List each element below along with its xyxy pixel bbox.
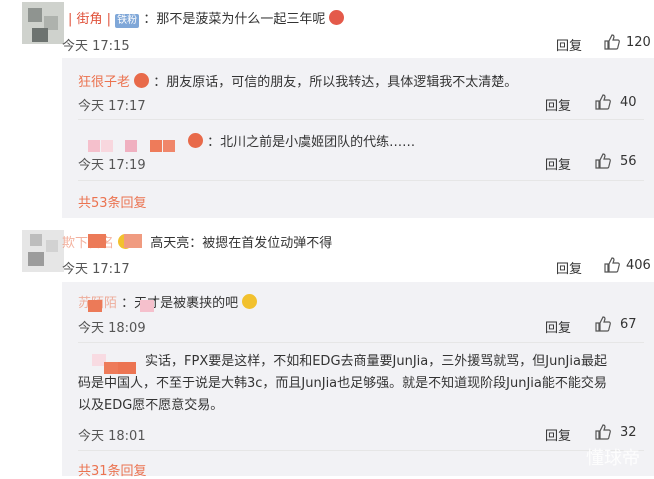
username[interactable]: | 街角 | [68,12,111,27]
reply-button[interactable]: 回复 [545,95,571,114]
comment-time: 今天 18:01 [78,429,146,444]
comment-time: 今天 17:17 [62,262,130,277]
emoji-icon [329,10,345,25]
reply-4-body: 实话，FPX要是这样，不如和EDG去商量要JunJia，三外援骂就骂，但JunJ… [145,351,645,373]
comment-time: 今天 17:19 [78,158,146,173]
divider [78,119,644,120]
more-replies-link[interactable]: 共53条回复 [78,192,147,211]
comment-text: ：北川之前是小虞姬团队的代练…… [207,135,416,150]
comment-text: ：那不是菠菜为什么一起三年呢 [143,12,326,27]
comment-time: 今天 17:15 [62,39,130,54]
like-count: 32 [620,425,637,440]
emoji-icon [242,294,258,309]
reply-button[interactable]: 回复 [545,317,571,336]
fan-badge: 铁粉 [115,14,140,28]
comment-text-line: 以及EDG愿不愿意交易。 [78,398,224,413]
reply-button[interactable]: 回复 [545,154,571,173]
comment-text: ：天才是被裹挟的吧 [121,296,239,311]
masked-username [88,140,100,152]
username[interactable]: 狂很子老 [78,75,130,90]
like-count: 40 [620,95,637,110]
reply-3-header: 苏陌陌 ：天才是被裹挟的吧 [78,292,258,311]
comment-1-header: | 街角 | 铁粉 ：那不是菠菜为什么一起三年呢 [68,8,345,28]
thumb-up-icon[interactable] [594,93,612,111]
thumb-up-icon[interactable] [603,33,621,51]
emoji-icon [188,133,203,148]
watermark-logo: 懂球帝 [586,448,640,469]
comment-text: ：朋友原话，可信的朋友，所以我转达，具体逻辑我不太清楚。 [153,75,518,90]
avatar[interactable] [22,2,64,44]
emoji-icon [134,73,150,88]
like-count: 120 [626,35,651,50]
comment-time: 今天 17:17 [78,99,146,114]
reply-button[interactable]: 回复 [545,425,571,444]
reply-button[interactable]: 回复 [556,258,582,277]
divider [78,450,644,451]
more-replies-link[interactable]: 共31条回复 [78,460,147,479]
thumb-up-icon[interactable] [594,152,612,170]
reply-button[interactable]: 回复 [556,35,582,54]
comment-text-line: 实话，FPX要是这样，不如和EDG去商量要JunJia，三外援骂就骂，但JunJ… [145,354,607,369]
divider [78,342,644,343]
thumb-up-icon[interactable] [603,256,621,274]
reply-1-header: 狂很子老 ：朋友原话，可信的朋友，所以我转达，具体逻辑我不太清楚。 [78,71,517,90]
like-count: 56 [620,154,637,169]
reply-2-header: ：北川之前是小虞姬团队的代练…… [188,131,415,150]
like-count: 67 [620,317,637,332]
divider [78,180,644,181]
avatar[interactable] [22,230,64,272]
thumb-up-icon[interactable] [594,315,612,333]
comment-text-line: 码是中国人，不至于说是大韩3c，而且JunJia也足够强。就是不知道现阶段Jun… [78,376,607,391]
comment-time: 今天 18:09 [78,321,146,336]
comment-text: ：高天亮：被摁在首发位动弹不得 [137,236,333,251]
reply-4-body-cont: 码是中国人，不至于说是大韩3c，而且JunJia也足够强。就是不知道现阶段Jun… [78,373,644,417]
thumb-up-icon[interactable] [594,423,612,441]
like-count: 406 [626,258,651,273]
